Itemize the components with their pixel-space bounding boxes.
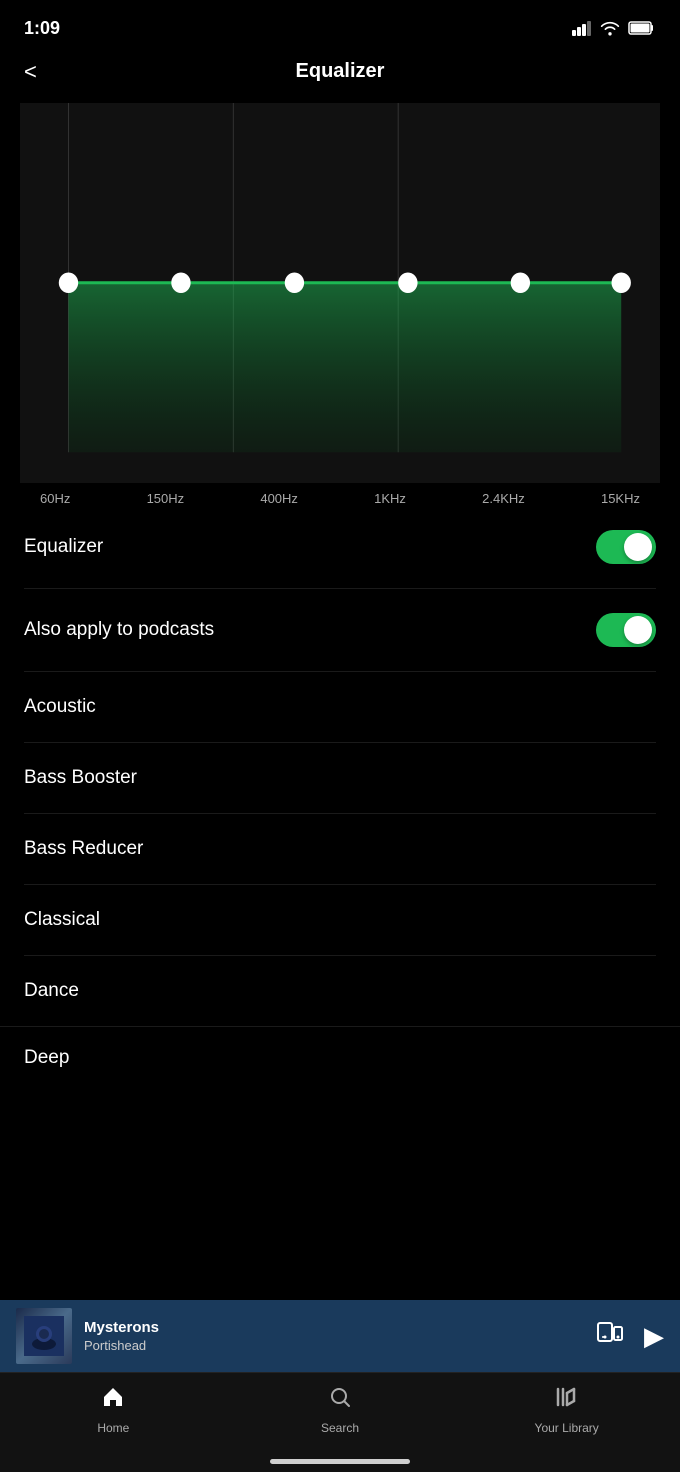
nav-search[interactable]: Search — [227, 1385, 454, 1435]
now-playing-controls: ▶ — [596, 1319, 664, 1353]
home-icon — [101, 1385, 125, 1415]
freq-60hz: 60Hz — [40, 491, 70, 506]
eq-chart[interactable] — [20, 103, 660, 483]
preset-dance-label: Dance — [24, 980, 79, 1002]
library-svg — [555, 1385, 579, 1409]
eq-freq-labels: 60Hz 150Hz 400Hz 1KHz 2.4KHz 15KHz — [20, 483, 660, 506]
signal-icon — [572, 20, 592, 36]
status-icons — [572, 20, 656, 36]
preset-acoustic-label: Acoustic — [24, 696, 96, 718]
equalizer-label: Equalizer — [24, 536, 103, 558]
podcasts-toggle[interactable] — [596, 613, 656, 647]
preset-bass-reducer-row[interactable]: Bass Reducer — [24, 814, 656, 885]
freq-150hz: 150Hz — [147, 491, 185, 506]
now-playing-info: Mysterons Portishead — [84, 1319, 584, 1353]
track-title: Mysterons — [84, 1319, 584, 1336]
preset-deep-label: Deep — [24, 1047, 69, 1069]
preset-bass-reducer-label: Bass Reducer — [24, 838, 143, 860]
connect-devices-icon[interactable] — [596, 1319, 624, 1353]
album-art — [16, 1308, 72, 1364]
wifi-icon — [600, 20, 620, 36]
freq-15khz: 15KHz — [601, 491, 640, 506]
preset-bass-booster-row[interactable]: Bass Booster — [24, 743, 656, 814]
nav-search-label: Search — [321, 1421, 359, 1435]
library-icon — [555, 1385, 579, 1415]
nav-library-label: Your Library — [535, 1421, 599, 1435]
equalizer-toggle-row: Equalizer — [24, 506, 656, 589]
podcasts-label: Also apply to podcasts — [24, 619, 214, 641]
header: < Equalizer — [0, 50, 680, 103]
freq-2-4khz: 2.4KHz — [482, 491, 525, 506]
track-artist: Portishead — [84, 1338, 584, 1353]
freq-400hz: 400Hz — [260, 491, 298, 506]
search-svg — [328, 1385, 352, 1409]
album-art-inner — [16, 1308, 72, 1364]
album-art-svg — [24, 1316, 64, 1356]
podcasts-toggle-row: Also apply to podcasts — [24, 589, 656, 672]
search-icon — [328, 1385, 352, 1415]
now-playing-bar: Mysterons Portishead ▶ — [0, 1300, 680, 1372]
page-title: Equalizer — [296, 60, 385, 83]
back-button[interactable]: < — [24, 59, 37, 85]
connect-svg — [596, 1319, 624, 1347]
nav-library[interactable]: Your Library — [453, 1385, 680, 1435]
equalizer-toggle[interactable] — [596, 530, 656, 564]
freq-1khz: 1KHz — [374, 491, 406, 506]
preset-acoustic-row[interactable]: Acoustic — [24, 672, 656, 743]
eq-chart-container[interactable] — [20, 103, 660, 483]
toggle-knob — [624, 533, 652, 561]
status-time: 1:09 — [24, 18, 60, 39]
preset-bass-booster-label: Bass Booster — [24, 767, 137, 789]
toggle-knob-podcasts — [624, 616, 652, 644]
status-bar: 1:09 — [0, 0, 680, 50]
home-svg — [101, 1385, 125, 1409]
bottom-nav: Home Search Your Library — [0, 1372, 680, 1472]
home-indicator — [270, 1459, 410, 1464]
preset-deep-partial-row[interactable]: Deep — [0, 1026, 680, 1079]
settings-list: Equalizer Also apply to podcasts Acousti… — [0, 506, 680, 1026]
preset-dance-row[interactable]: Dance — [24, 956, 656, 1026]
battery-icon — [628, 20, 656, 36]
preset-classical-row[interactable]: Classical — [24, 885, 656, 956]
play-button[interactable]: ▶ — [644, 1321, 664, 1352]
nav-home-label: Home — [97, 1421, 129, 1435]
nav-home[interactable]: Home — [0, 1385, 227, 1435]
preset-classical-label: Classical — [24, 909, 100, 931]
